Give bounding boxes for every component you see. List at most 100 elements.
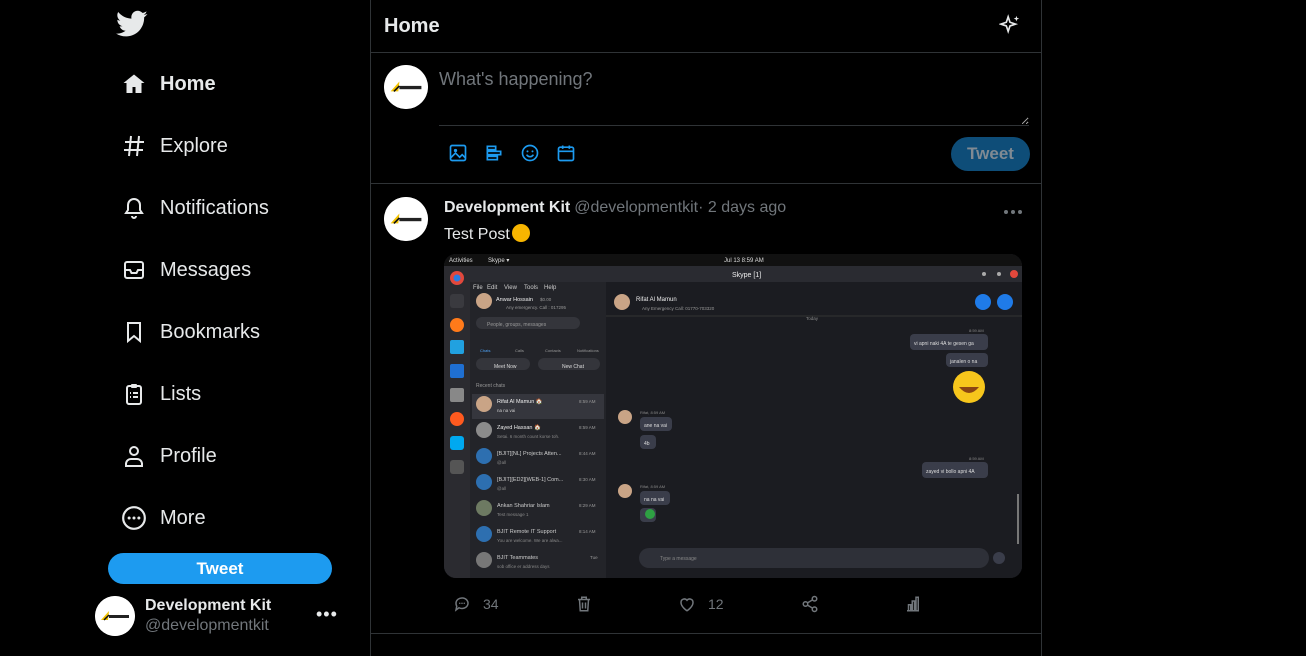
sparkle-icon[interactable] xyxy=(998,14,1023,38)
svg-text:Anwar Hossain: Anwar Hossain xyxy=(496,297,533,303)
timeline-header: Home xyxy=(371,0,1041,53)
svg-text:na na vai: na na vai xyxy=(644,497,664,503)
svg-text:8:59 AM: 8:59 AM xyxy=(579,425,596,430)
svg-text:8:59 AM: 8:59 AM xyxy=(579,399,596,404)
timeline: Home Tweet Development Kit@developmentki… xyxy=(370,0,1042,656)
svg-text:zayed vi bollo apni 4A: zayed vi bollo apni 4A xyxy=(926,469,975,475)
next-tweet-card[interactable] xyxy=(371,634,1041,656)
bookmark-icon xyxy=(120,318,148,346)
reply-icon xyxy=(454,597,469,612)
svg-text:Rifat Al Mamun 🏠: Rifat Al Mamun 🏠 xyxy=(497,398,543,405)
reply-button[interactable]: 34 xyxy=(453,595,499,613)
sidebar-item-label: Home xyxy=(160,72,216,95)
svg-text:8:44 AM: 8:44 AM xyxy=(579,451,596,456)
hashtag-icon xyxy=(120,132,148,160)
kissing-face-emoji-icon xyxy=(511,224,530,242)
share-icon xyxy=(802,595,818,613)
svg-text:8:14 AM: 8:14 AM xyxy=(579,529,596,534)
svg-text:8:30 AM: 8:30 AM xyxy=(579,477,596,482)
avatar[interactable] xyxy=(384,197,428,241)
image-icon[interactable] xyxy=(447,142,469,164)
sidebar-item-label: Bookmarks xyxy=(160,320,261,343)
tweet-media-image[interactable]: Activities Skype ▾ Jul 13 8:59 AM Skype … xyxy=(444,254,1022,578)
tweet-author-name[interactable]: Development Kit xyxy=(444,199,570,216)
avatar xyxy=(95,596,135,636)
svg-text:You are welcome. We are alwa..: You are welcome. We are alwa... xyxy=(497,538,563,543)
sidebar-item-label: Explore xyxy=(160,134,228,157)
more-dots-icon[interactable] xyxy=(1003,202,1023,214)
svg-text:Rifat, 8:59 AM: Rifat, 8:59 AM xyxy=(640,410,665,415)
sidebar-tweet-button[interactable]: Tweet xyxy=(108,553,332,584)
share-button[interactable] xyxy=(801,595,831,613)
svg-text:View: View xyxy=(504,285,518,291)
tweet-timestamp[interactable]: · 2 days ago xyxy=(698,199,786,216)
svg-text:People, groups, messages: People, groups, messages xyxy=(487,322,547,328)
sidebar-item-label: More xyxy=(160,506,206,529)
account-switcher[interactable]: Development Kit @developmentkit ••• xyxy=(94,594,354,638)
sidebar-item-label: Profile xyxy=(160,444,217,467)
svg-text:Edit: Edit xyxy=(487,285,498,291)
svg-text:Jul 13 8:59 AM: Jul 13 8:59 AM xyxy=(724,258,764,264)
tweet-card[interactable]: Development Kit @developmentkit· 2 days a… xyxy=(371,184,1041,634)
sidebar-item-more[interactable]: More xyxy=(120,498,206,538)
svg-text:Any Emergency Call: 01770-7033: Any Emergency Call: 01770-703320 xyxy=(642,306,715,311)
sidebar-item-bookmarks[interactable]: Bookmarks xyxy=(120,312,260,352)
svg-text:New Chat: New Chat xyxy=(562,364,585,370)
analytics-button[interactable] xyxy=(904,595,934,613)
analytics-icon xyxy=(907,596,919,612)
svg-text:[BJIT][ED2][WEB-1] Com...: [BJIT][ED2][WEB-1] Com... xyxy=(497,477,564,483)
svg-text:Chats: Chats xyxy=(480,348,490,353)
sidebar-item-notifications[interactable]: Notifications xyxy=(120,188,269,228)
envelope-icon xyxy=(120,256,148,284)
svg-text:$0.00: $0.00 xyxy=(540,297,552,302)
sidebar-item-messages[interactable]: Messages xyxy=(120,250,251,290)
trash-icon xyxy=(578,596,590,612)
svg-text:ane na vai: ane na vai xyxy=(644,423,667,429)
emoji-icon[interactable] xyxy=(519,142,541,164)
more-dots-icon[interactable]: ••• xyxy=(316,604,338,625)
sidebar-item-explore[interactable]: Explore xyxy=(120,126,228,166)
sidebar-item-profile[interactable]: Profile xyxy=(120,436,217,476)
svg-text:Test message 1: Test message 1 xyxy=(497,512,529,517)
home-icon xyxy=(120,70,148,98)
svg-text:Rifat, 8:59 AM: Rifat, 8:59 AM xyxy=(640,484,665,489)
svg-text:Skype [1]: Skype [1] xyxy=(732,272,761,279)
sidebar-item-label: Messages xyxy=(160,258,252,281)
tweet-actions: 34 12 xyxy=(453,595,1013,619)
sidebar-item-label: Lists xyxy=(160,382,202,405)
delete-button[interactable] xyxy=(575,595,605,613)
schedule-icon[interactable] xyxy=(555,142,577,164)
svg-text:Skype ▾: Skype ▾ xyxy=(488,258,509,264)
svg-text:Tools: Tools xyxy=(524,285,538,291)
svg-text:Contacts: Contacts xyxy=(545,348,561,353)
svg-text:[BJIT][NL] Projects Atten...: [BJIT][NL] Projects Atten... xyxy=(497,451,562,457)
svg-text:Tue: Tue xyxy=(590,555,598,560)
skype-screenshot: Activities Skype ▾ Jul 13 8:59 AM Skype … xyxy=(444,254,1022,578)
poll-icon[interactable] xyxy=(483,142,505,164)
svg-text:Ankan Shahriar Islam: Ankan Shahriar Islam xyxy=(497,503,550,509)
tweet-author-handle[interactable]: @developmentkit xyxy=(574,199,698,216)
compose-input[interactable] xyxy=(439,65,1029,126)
account-handle: @developmentkit xyxy=(145,617,269,634)
tweet-composer: Tweet xyxy=(371,53,1041,184)
like-button[interactable]: 12 xyxy=(678,595,724,613)
bell-icon xyxy=(120,194,148,222)
tweet-text: Test Post xyxy=(444,224,530,244)
tweet-submit-button[interactable]: Tweet xyxy=(951,137,1030,171)
avatar xyxy=(384,65,428,109)
account-name: Development Kit xyxy=(145,597,272,614)
svg-text:Calls: Calls xyxy=(515,348,524,353)
page-title: Home xyxy=(384,15,440,37)
svg-text:BJIT Remote IT Support: BJIT Remote IT Support xyxy=(497,529,557,535)
svg-text:Type a message: Type a message xyxy=(660,556,697,562)
svg-text:Rifat Al Mamun: Rifat Al Mamun xyxy=(636,297,677,303)
svg-text:Recent chats: Recent chats xyxy=(476,383,506,389)
svg-text:janalen o na: janalen o na xyxy=(949,359,977,365)
svg-text:na na vai: na na vai xyxy=(497,408,515,413)
sidebar-item-home[interactable]: Home xyxy=(120,64,216,104)
twitter-bird-icon[interactable] xyxy=(116,10,148,40)
reply-count: 34 xyxy=(483,596,499,612)
sidebar-item-lists[interactable]: Lists xyxy=(120,374,201,414)
like-count: 12 xyxy=(708,596,724,612)
svg-text:@all: @all xyxy=(497,486,506,491)
